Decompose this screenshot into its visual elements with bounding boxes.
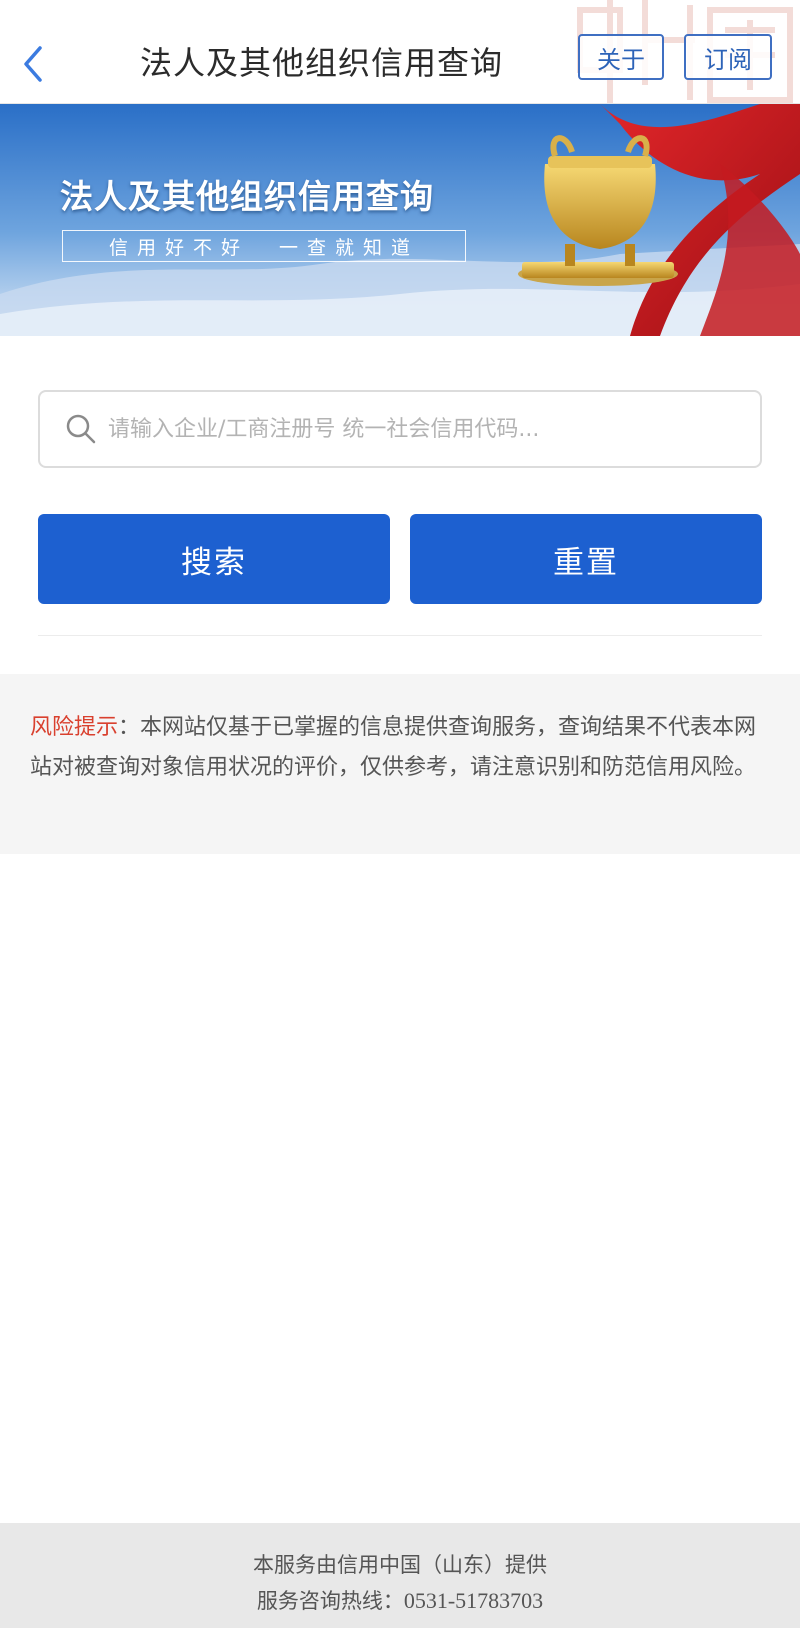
top-nav-bar: 法人及其他组织信用查询 关于 订阅	[0, 0, 800, 104]
risk-notice-text: ：本网站仅基于已掌握的信息提供查询服务，查询结果不代表本网站对被查询对象信用状况…	[30, 715, 757, 780]
section-divider	[38, 635, 762, 636]
search-input[interactable]	[108, 416, 748, 442]
risk-notice-label: 风险提示	[30, 715, 119, 740]
subscribe-button[interactable]: 订阅	[684, 34, 772, 80]
back-button[interactable]	[18, 36, 58, 92]
footer-hotline: 服务咨询热线：0531-51783703	[0, 1585, 800, 1615]
search-box[interactable]	[38, 390, 762, 468]
about-button[interactable]: 关于	[578, 34, 664, 80]
search-icon	[66, 414, 96, 444]
hotline-number[interactable]: 0531-51783703	[404, 1588, 543, 1613]
banner-slogan: 信用好不好 一查就知道	[62, 230, 466, 262]
footer: 本服务由信用中国（山东）提供 服务咨询热线：0531-51783703	[0, 1523, 800, 1628]
search-button[interactable]: 搜索	[38, 514, 390, 604]
banner-title: 法人及其他组织信用查询	[60, 177, 434, 216]
page-title: 法人及其他组织信用查询	[140, 44, 504, 82]
banner-background-graphic	[0, 104, 800, 336]
footer-provider: 本服务由信用中国（山东）提供	[253, 1553, 547, 1577]
hero-banner: 法人及其他组织信用查询 信用好不好 一查就知道	[0, 104, 800, 336]
risk-notice: 风险提示：本网站仅基于已掌握的信息提供查询服务，查询结果不代表本网站对被查询对象…	[0, 674, 800, 854]
reset-button[interactable]: 重置	[410, 514, 762, 604]
chevron-left-icon	[24, 46, 42, 82]
hotline-label: 服务咨询热线：	[256, 1589, 404, 1613]
